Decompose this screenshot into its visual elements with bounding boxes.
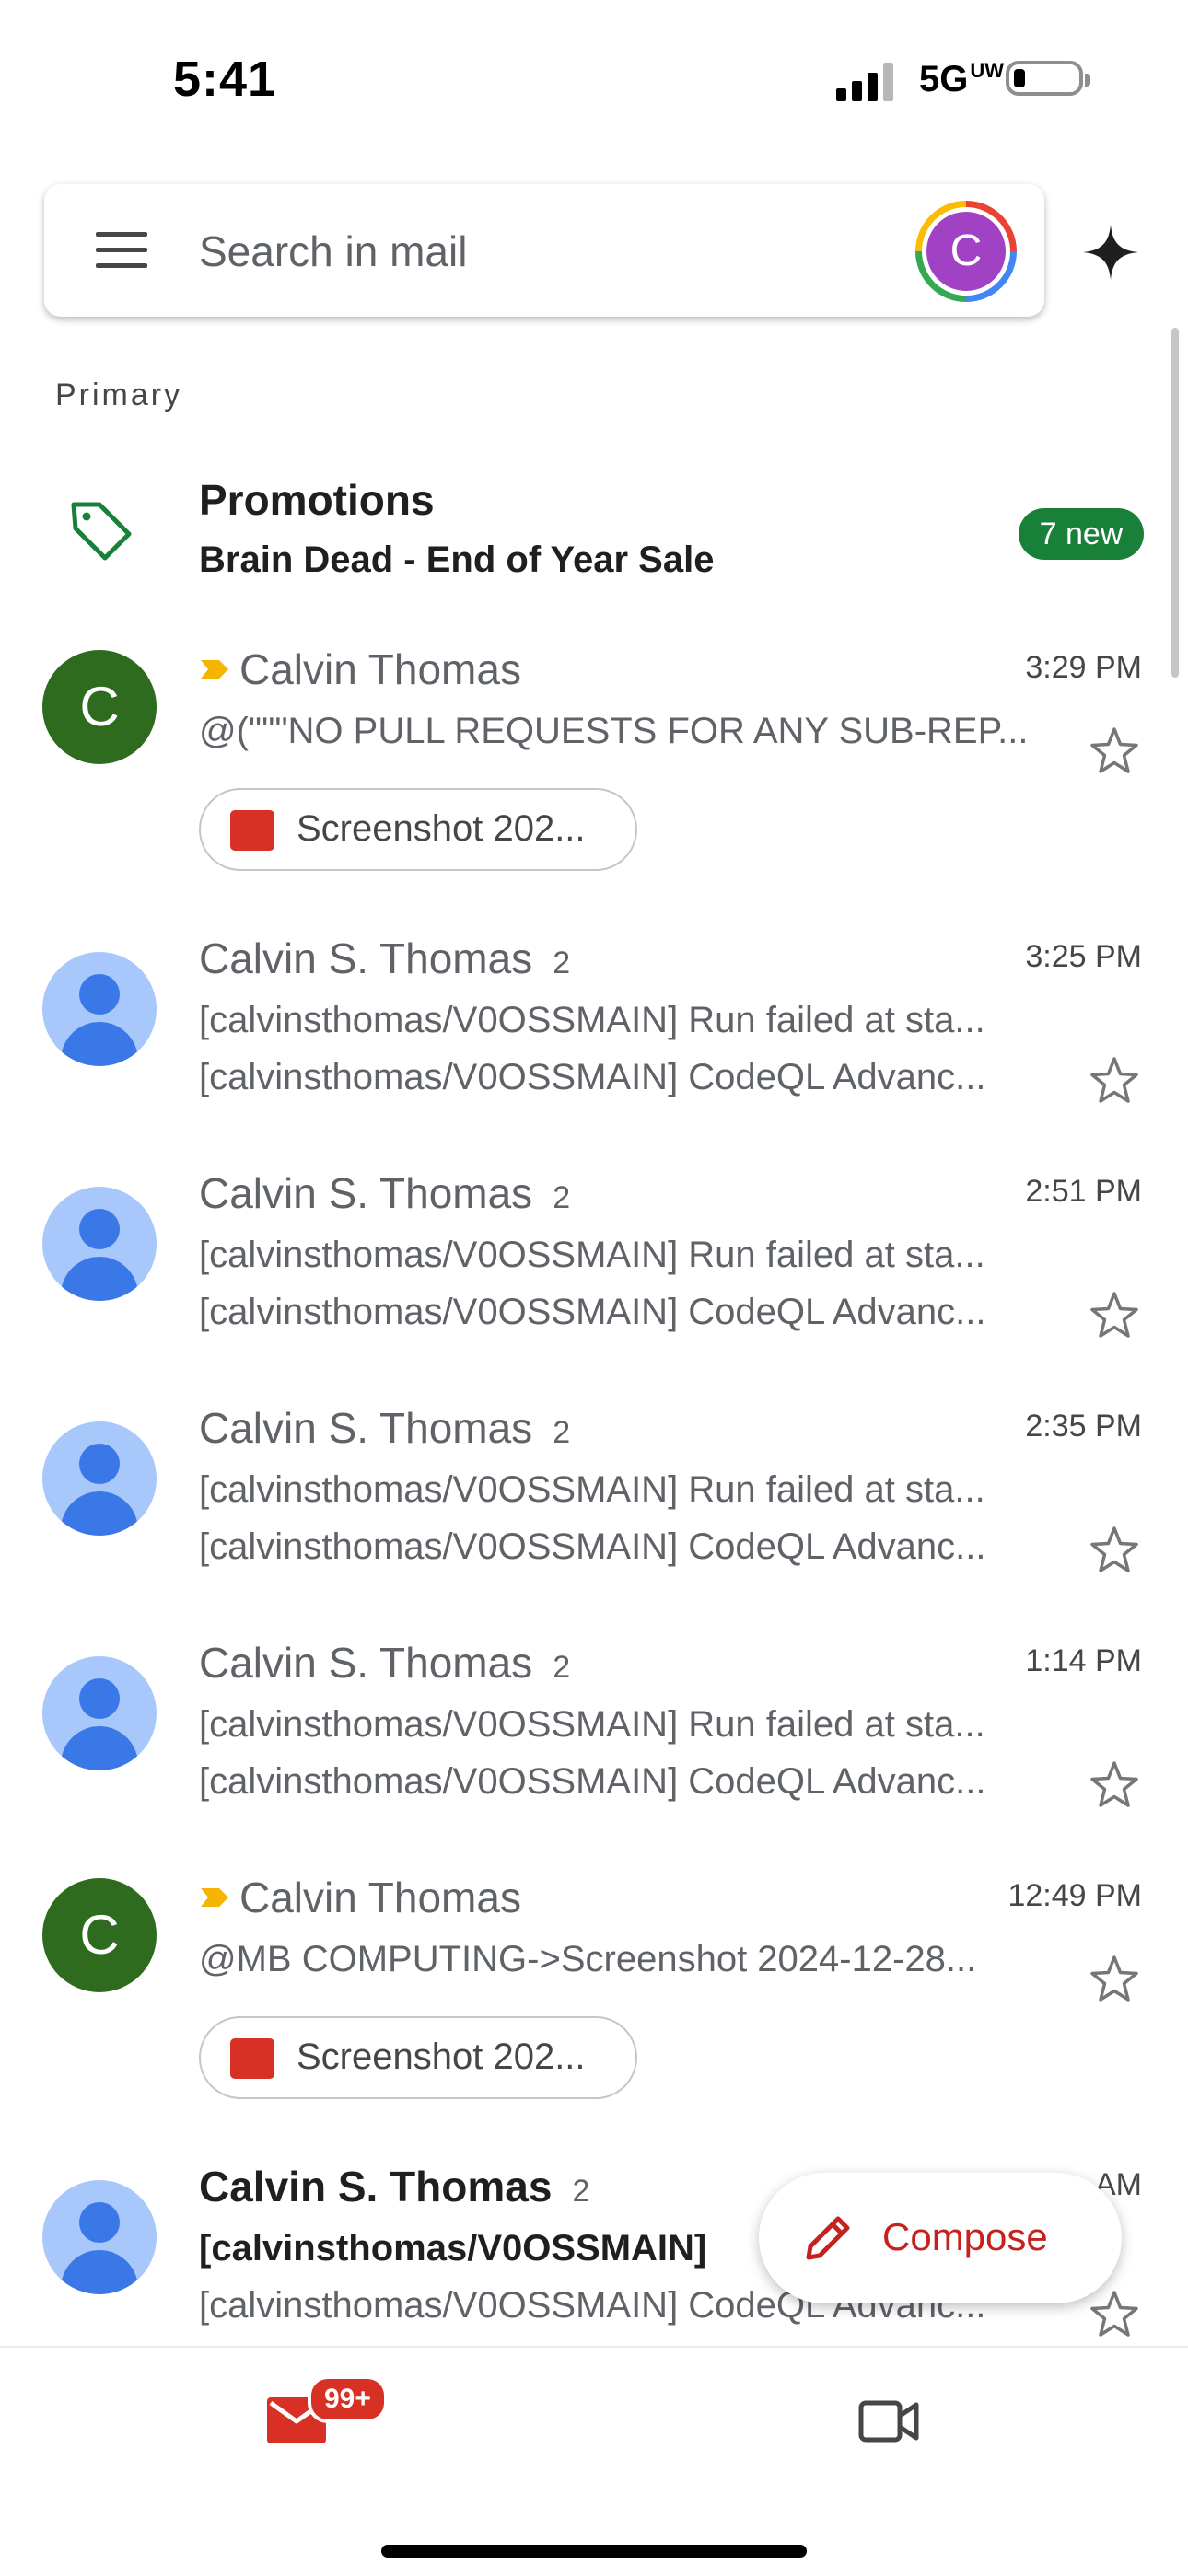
section-label: Primary (55, 377, 183, 412)
cellular-signal-icon (836, 63, 893, 101)
sender-name: Calvin S. Thomas (199, 1639, 533, 1687)
attachment-chip[interactable]: Screenshot 202... (199, 2016, 637, 2099)
mail-unread-badge: 99+ (308, 2375, 388, 2423)
default-person-avatar-icon[interactable] (42, 2180, 157, 2294)
default-person-avatar-icon[interactable] (42, 1187, 157, 1301)
email-sender: Calvin S. Thomas 2 (199, 1168, 570, 1218)
sender-name: Calvin S. Thomas (199, 934, 533, 982)
important-marker-icon (201, 1887, 228, 1907)
sender-name: Calvin Thomas (239, 1874, 521, 1921)
star-icon[interactable] (1087, 2287, 1142, 2342)
email-row[interactable]: Calvin S. Thomas 2 1:14 PM [calvinsthomas/V… (0, 1639, 1188, 1864)
star-icon[interactable] (1087, 1952, 1142, 2007)
network-label: 5G (919, 59, 969, 99)
compose-button[interactable]: Compose (759, 2173, 1122, 2303)
thread-count: 2 (553, 1180, 571, 1215)
email-subject: [calvinsthomas/V0OSSMAIN] Run failed at … (199, 1235, 985, 1275)
default-person-avatar-icon[interactable] (42, 952, 157, 1066)
thread-count: 2 (553, 1650, 571, 1685)
sender-name: Calvin S. Thomas (199, 1169, 533, 1217)
email-time: 2:35 PM (1025, 1409, 1142, 1444)
attachment-chip[interactable]: Screenshot 202... (199, 788, 637, 871)
bottom-navigation: 99+ (0, 2346, 1188, 2576)
home-indicator (381, 2545, 807, 2558)
promotions-subtitle[interactable]: Brain Dead - End of Year Sale (199, 540, 714, 581)
sender-name: Calvin S. Thomas (199, 1404, 533, 1452)
star-icon[interactable] (1087, 1758, 1142, 1813)
email-time: 3:29 PM (1025, 650, 1142, 685)
attachment-name: Screenshot 202... (297, 808, 586, 849)
email-sender: Calvin S. Thomas 2 (199, 934, 570, 983)
email-time: 1:14 PM (1025, 1643, 1142, 1678)
battery-icon (1006, 61, 1090, 96)
account-avatar[interactable]: C (915, 201, 1017, 302)
network-type: 5GUW (919, 59, 1004, 100)
email-subject: [calvinsthomas/V0OSSMAIN] (199, 2228, 707, 2269)
email-row[interactable]: Calvin S. Thomas 2 2:35 PM [calvinsthomas/V… (0, 1404, 1188, 1630)
star-icon[interactable] (1087, 1053, 1142, 1108)
email-snippet: [calvinsthomas/V0OSSMAIN] CodeQL Advanc.… (199, 1761, 986, 1802)
email-subject: [calvinsthomas/V0OSSMAIN] Run failed at … (199, 1704, 985, 1745)
email-row[interactable]: C Calvin Thomas 12:49 PM @MB COMPUTING->Scr… (0, 1874, 1188, 2099)
important-marker-icon (201, 659, 228, 679)
sender-name: Calvin Thomas (239, 645, 521, 693)
sender-name: Calvin S. Thomas (199, 2163, 553, 2210)
star-icon[interactable] (1087, 1523, 1142, 1578)
pencil-icon (806, 2216, 850, 2260)
scrollbar[interactable] (1171, 328, 1179, 678)
email-snippet: [calvinsthomas/V0OSSMAIN] CodeQL Advanc.… (199, 1057, 986, 1097)
email-row[interactable]: Calvin S. Thomas 2 2:51 PM [calvinsthomas/V… (0, 1169, 1188, 1395)
promotions-new-badge: 7 new (1019, 508, 1144, 560)
network-suffix: UW (970, 59, 1005, 82)
image-attachment-icon (230, 810, 274, 851)
sender-avatar[interactable]: C (42, 650, 157, 764)
email-row[interactable]: Calvin S. Thomas 2 3:25 PM [calvinsthomas/V… (0, 934, 1188, 1160)
search-bar[interactable]: Search in mail C (44, 184, 1044, 317)
thread-count: 2 (553, 946, 571, 981)
attachment-name: Screenshot 202... (297, 2036, 586, 2077)
email-snippet: [calvinsthomas/V0OSSMAIN] CodeQL Advanc.… (199, 1292, 986, 1332)
email-time: 12:49 PM (1007, 1878, 1142, 1913)
email-row[interactable]: C Calvin Thomas 3:29 PM @("""NO PULL REQUES… (0, 645, 1188, 871)
email-subject: [calvinsthomas/V0OSSMAIN] Run failed at … (199, 1469, 985, 1510)
email-sender: Calvin S. Thomas 2 (199, 2162, 589, 2211)
status-time: 5:41 (173, 52, 277, 107)
default-person-avatar-icon[interactable] (42, 1656, 157, 1770)
promotions-title[interactable]: Promotions (199, 475, 435, 525)
email-subject: @MB COMPUTING->Screenshot 2024-12-28... (199, 1939, 977, 1979)
email-subject: @("""NO PULL REQUESTS FOR ANY SUB-REP... (199, 711, 1029, 751)
promotions-tag-icon (71, 502, 132, 561)
email-snippet: [calvinsthomas/V0OSSMAIN] CodeQL Advanc.… (199, 1526, 986, 1567)
search-input[interactable]: Search in mail (199, 226, 467, 276)
email-time: 3:25 PM (1025, 939, 1142, 974)
thread-count: 2 (553, 1415, 571, 1450)
email-sender: Calvin Thomas (199, 644, 521, 694)
account-avatar-letter: C (926, 212, 1006, 291)
hamburger-menu-icon[interactable] (96, 232, 147, 269)
sender-avatar[interactable]: C (42, 1878, 157, 1992)
thread-count: 2 (572, 2174, 590, 2209)
compose-label: Compose (882, 2215, 1048, 2258)
email-sender: Calvin Thomas (199, 1873, 521, 1922)
star-icon[interactable] (1087, 1288, 1142, 1343)
default-person-avatar-icon[interactable] (42, 1421, 157, 1536)
meet-video-icon[interactable] (858, 2396, 919, 2445)
email-sender: Calvin S. Thomas 2 (199, 1638, 570, 1688)
email-subject: [calvinsthomas/V0OSSMAIN] Run failed at … (199, 1000, 985, 1040)
email-time: 2:51 PM (1025, 1174, 1142, 1209)
gemini-sparkle-icon[interactable] (1079, 221, 1142, 284)
email-sender: Calvin S. Thomas 2 (199, 1403, 570, 1453)
image-attachment-icon (230, 2038, 274, 2079)
star-icon[interactable] (1087, 724, 1142, 779)
